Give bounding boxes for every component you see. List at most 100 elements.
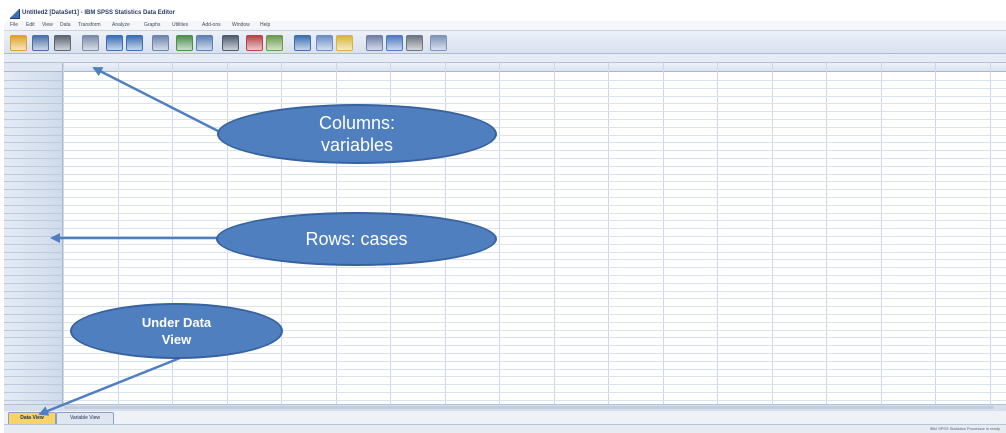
toolbar [4,31,1006,54]
variables-icon[interactable] [196,35,213,51]
row-divider [63,189,1006,190]
row-header-divider [4,228,62,229]
row-header-divider [4,150,62,151]
row-header-divider [4,135,62,136]
column-header-row[interactable] [4,63,1006,72]
row-header-column[interactable] [4,72,63,406]
callout-columns-text: Columns: variables [318,113,396,155]
row-divider [63,369,1006,370]
row-divider [63,228,1006,229]
column-divider [63,63,64,406]
callout-under-text: Under Data View [141,315,212,347]
redo-icon[interactable] [126,35,143,51]
column-divider [717,63,718,406]
menu-help[interactable]: Help [260,21,270,30]
row-header-divider [4,330,62,331]
title-bar: Untitled2 [DataSet1] - IBM SPSS Statisti… [4,8,1006,19]
row-divider [63,400,1006,401]
row-header-divider [4,213,62,214]
column-divider [608,63,609,406]
menu-analyze[interactable]: Analyze [112,21,130,30]
callout-rows-text: Rows: cases [305,229,408,249]
menu-bar: File Edit View Data Transform Analyze Graphs Ut… [4,21,1006,31]
split-file-icon[interactable] [294,35,311,51]
row-divider [63,150,1006,151]
row-divider [63,220,1006,221]
undo-icon[interactable] [106,35,123,51]
weight-cases-icon[interactable] [316,35,333,51]
row-divider [63,291,1006,292]
row-header-divider [4,103,62,104]
goto-variable-icon[interactable] [176,35,193,51]
callout-columns: Columns: variables [217,104,497,164]
column-divider [554,63,555,406]
menu-window[interactable]: Window [232,21,250,30]
callout-rows: Rows: cases [216,212,497,266]
print-icon[interactable] [54,35,71,51]
insert-cases-icon[interactable] [246,35,263,51]
row-divider [63,174,1006,175]
row-divider [63,376,1006,377]
column-divider [499,63,500,406]
row-header-divider [4,376,62,377]
select-cases-icon[interactable] [336,35,353,51]
scrollbar-thumb[interactable] [64,406,994,409]
row-divider [63,275,1006,276]
goto-case-icon[interactable] [152,35,169,51]
menu-utilities[interactable]: Utilities [172,21,188,30]
grid-corner[interactable] [4,63,63,71]
horizontal-scrollbar[interactable] [4,404,1006,411]
window-title: Untitled2 [DataSet1] - IBM SPSS Statisti… [22,10,176,16]
row-divider [63,80,1006,81]
row-divider [63,361,1006,362]
row-header-divider [4,88,62,89]
row-header-divider [4,337,62,338]
row-divider [63,298,1006,299]
save-icon[interactable] [32,35,49,51]
row-header-divider [4,205,62,206]
row-divider [63,197,1006,198]
row-header-divider [4,400,62,401]
column-divider [935,63,936,406]
row-header-divider [4,189,62,190]
row-header-divider [4,369,62,370]
row-divider [63,392,1006,393]
column-divider [881,63,882,406]
menu-data[interactable]: Data [60,21,71,30]
spelling-icon[interactable] [430,35,447,51]
use-sets-icon[interactable] [386,35,403,51]
row-header-divider [4,142,62,143]
row-header-divider [4,119,62,120]
row-header-divider [4,174,62,175]
row-header-divider [4,166,62,167]
row-divider [63,205,1006,206]
row-header-divider [4,275,62,276]
page-fold-corner [0,0,28,28]
callout-under-data-view: Under Data View [70,303,283,359]
show-all-icon[interactable] [406,35,423,51]
row-divider [63,259,1006,260]
menu-view[interactable]: View [42,21,53,30]
row-header-divider [4,345,62,346]
row-divider [63,252,1006,253]
row-header-divider [4,384,62,385]
menu-transform[interactable]: Transform [78,21,101,30]
row-divider [63,127,1006,128]
row-header-divider [4,267,62,268]
open-icon[interactable] [10,35,27,51]
row-header-divider [4,259,62,260]
row-header-divider [4,127,62,128]
row-header-divider [4,197,62,198]
dialog-recall-icon[interactable] [82,35,99,51]
row-header-divider [4,181,62,182]
insert-variable-icon[interactable] [266,35,283,51]
column-divider [663,63,664,406]
row-divider [63,267,1006,268]
menu-graphs[interactable]: Graphs [144,21,160,30]
find-icon[interactable] [222,35,239,51]
row-header-divider [4,158,62,159]
column-divider [826,63,827,406]
menu-add-ons[interactable]: Add-ons [202,21,221,30]
value-labels-icon[interactable] [366,35,383,51]
row-divider [63,166,1006,167]
